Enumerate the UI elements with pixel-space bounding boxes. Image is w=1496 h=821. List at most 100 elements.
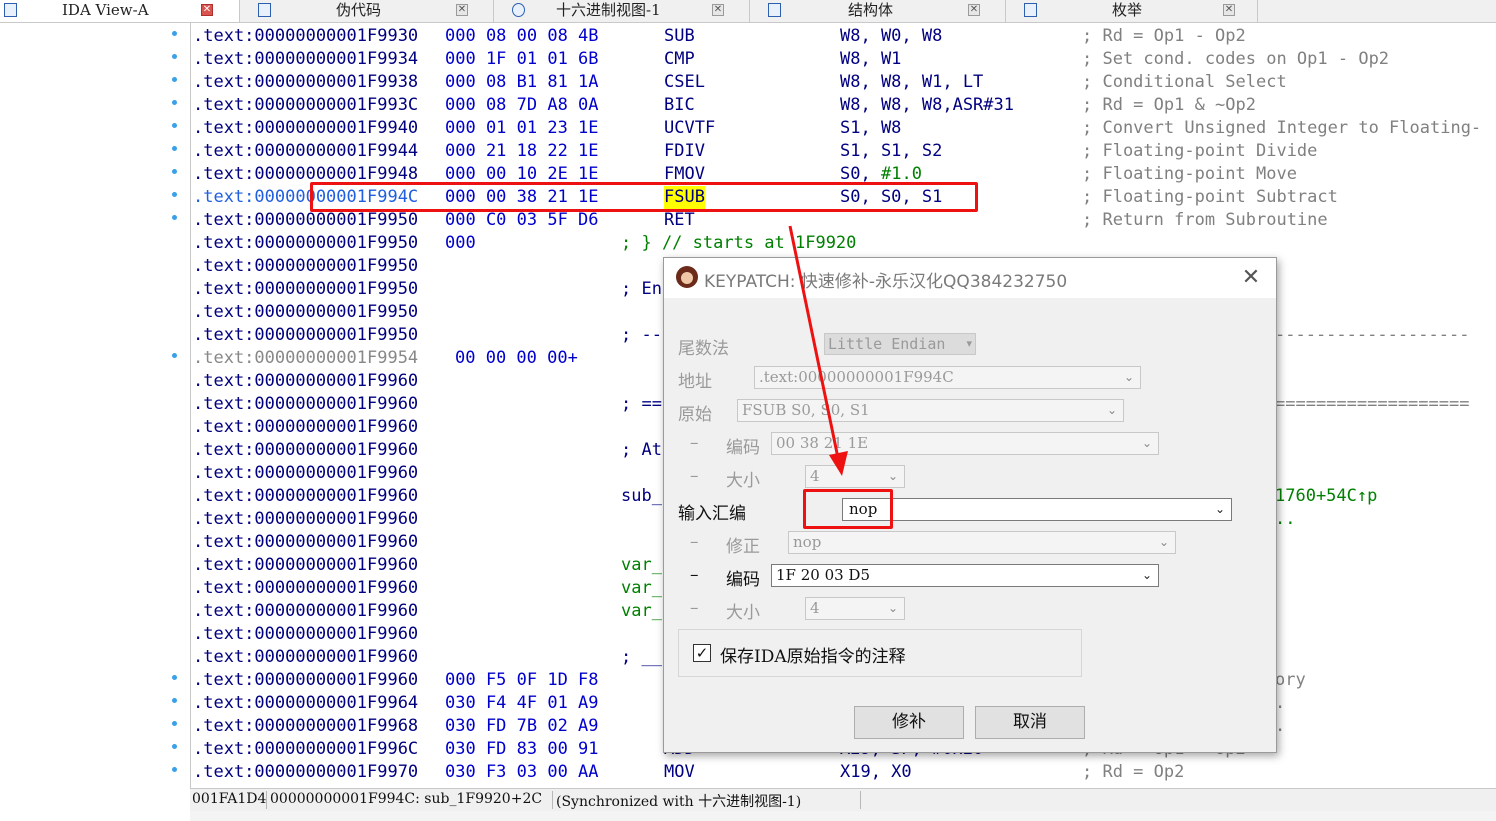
line-address: .text:00000000001F9938 [193, 72, 419, 92]
line-comment: ; Rd = Op1 - Op2 [1082, 26, 1246, 46]
line-address: .text:00000000001F9960 [193, 463, 419, 483]
line-text: ; -- [621, 325, 662, 345]
chevron-down-icon[interactable]: ⌄ [1140, 565, 1154, 586]
line-text: ; == [621, 394, 662, 414]
keep-comment-checkbox[interactable]: ✓ [693, 644, 711, 662]
close-icon[interactable]: ✕ [712, 4, 724, 16]
line-text: ; } // starts at 1F9920 [621, 233, 857, 253]
tab-ida-view-a[interactable]: IDA View-A ✕ [0, 0, 240, 22]
tab-hex-view[interactable]: 十六进制视图-1 ✕ [494, 0, 750, 22]
dash: – [690, 598, 699, 618]
endian-select: Little Endian ▾ [824, 333, 976, 355]
line-operands: X19, X0 [840, 762, 912, 782]
line-operands: W8, W8, W8,ASR#31 [840, 95, 1014, 115]
line-bytes: 000 1F 01 01 6B [445, 49, 599, 69]
line-address: .text:00000000001F9960 [193, 670, 419, 690]
gutter-divider [190, 23, 191, 818]
line-dot [172, 744, 177, 749]
line-mnemonic: FDIV [664, 141, 705, 161]
original-field: FSUB S0, S0, S1 ⌄ [737, 399, 1124, 422]
line-bytes: 030 F4 4F 01 A9 [445, 693, 599, 713]
line-dot [172, 192, 177, 197]
avatar-icon [676, 266, 698, 288]
line-address: .text:00000000001F9950 [193, 302, 419, 322]
line-comment: ; Set cond. codes on Op1 - Op2 [1082, 49, 1390, 69]
address-value: .text:00000000001F994C [759, 368, 954, 386]
line-dot [172, 675, 177, 680]
close-icon[interactable]: ✕ [968, 4, 980, 16]
close-icon[interactable]: ✕ [456, 4, 468, 16]
new-size-label: 大小 [726, 603, 760, 623]
tab-label: 十六进制视图-1 [556, 1, 661, 19]
close-icon[interactable]: ✕ [201, 4, 213, 16]
new-encoding-label: 编码 [726, 570, 760, 590]
annotation-box-nop [803, 489, 893, 529]
line-mnemonic: MOV [664, 762, 695, 782]
line-address: .text:00000000001F9950 [193, 279, 419, 299]
tab-label: 伪代码 [336, 1, 382, 19]
line-bytes: 000 F5 0F 1D F8 [445, 670, 599, 690]
line-bytes: 000 C0 03 5F D6 [445, 210, 599, 230]
disassembly-icon [4, 3, 17, 17]
hex-view-icon [512, 3, 525, 17]
horizontal-scrollbar[interactable] [190, 811, 1496, 821]
new-encoding-field[interactable]: 1F 20 03 D5 ⌄ [771, 564, 1159, 587]
line-mnemonic: CSEL [664, 72, 705, 92]
keypatch-dialog: KEYPATCH: 快速修补-永乐汉化QQ384232750 ✕ 尾数法 Lit… [663, 257, 1277, 753]
status-bar: 001FA1D4 00000000001F994C: sub_1F9920+2C… [190, 788, 1496, 811]
tab-structures[interactable]: 结构体 ✕ [750, 0, 1006, 22]
line-comment: ; Return from Subroutine [1082, 210, 1328, 230]
tab-label: 枚举 [1112, 1, 1143, 19]
line-dot [172, 169, 177, 174]
dialog-titlebar[interactable]: KEYPATCH: 快速修补-永乐汉化QQ384232750 ✕ [664, 258, 1276, 298]
close-icon[interactable]: ✕ [1236, 264, 1266, 292]
tab-enums[interactable]: 枚举 ✕ [1006, 0, 1258, 22]
line-bytes: 000 21 18 22 1E [445, 141, 599, 161]
chevron-down-icon[interactable]: ⌄ [1213, 499, 1227, 520]
line-text: ; At [621, 440, 662, 460]
line-bytes: 030 FD 83 00 91 [445, 739, 599, 759]
line-operands: W8, W8, W1, LT [840, 72, 984, 92]
tab-bar: IDA View-A ✕ 伪代码 ✕ 十六进制视图-1 ✕ 结构体 ✕ 枚举 ✕ [0, 0, 1496, 23]
address-field: .text:00000000001F994C ⌄ [754, 366, 1141, 389]
line-address: .text:00000000001F9960 [193, 555, 419, 575]
fixup-label: 修正 [726, 537, 760, 557]
close-icon[interactable]: ✕ [1223, 4, 1235, 16]
line-address: .text:00000000001F9964 [193, 693, 419, 713]
line-comment: ; Conditional Select [1082, 72, 1287, 92]
new-size-field: 4 ⌄ [805, 597, 905, 620]
line-mnemonic: CMP [664, 49, 695, 69]
original-label: 原始 [678, 405, 712, 425]
tab-pseudocode[interactable]: 伪代码 ✕ [240, 0, 494, 22]
dash: – [690, 565, 699, 585]
fixup-field: nop ⌄ [788, 531, 1176, 554]
line-address: .text:00000000001F9960 [193, 371, 419, 391]
line-address: .text:00000000001F9960 [193, 532, 419, 552]
status-offset: 001FA1D4 [192, 791, 267, 807]
chevron-down-icon: ⌄ [1158, 535, 1170, 549]
cancel-button[interactable]: 取消 [975, 706, 1085, 739]
endian-value: Little Endian [828, 335, 946, 353]
dash: – [690, 433, 699, 453]
line-address: .text:00000000001F9960 [193, 624, 419, 644]
line-mnemonic: UCVTF [664, 118, 716, 138]
line-comment: ; Rd = Op2 [1082, 762, 1185, 782]
line-dot [172, 146, 177, 151]
line-address: .text:00000000001F9950 [193, 210, 419, 230]
input-asm-label: 输入汇编 [678, 504, 746, 524]
keep-comment-group: ✓ 保存IDA原始指令的注释 [678, 629, 1082, 677]
dash: – [690, 466, 699, 486]
line-address: .text:00000000001F9968 [193, 716, 419, 736]
keep-comment-label[interactable]: 保存IDA原始指令的注释 [720, 642, 906, 667]
patch-button[interactable]: 修补 [854, 706, 964, 739]
status-sync: (Synchronized with 十六进制视图-1) [556, 794, 802, 810]
assembly-input[interactable]: nop ⌄ [842, 498, 1232, 521]
pseudocode-icon [258, 3, 271, 17]
line-dot [172, 31, 177, 36]
line-address: .text:00000000001F9944 [193, 141, 419, 161]
line-comment: ; Floating-point Move [1082, 164, 1297, 184]
orig-size-value: 4 [810, 467, 820, 485]
line-address: .text:00000000001F9934 [193, 49, 419, 69]
line-text-right: ------------------- [1275, 325, 1470, 345]
line-comment: ; Convert Unsigned Integer to Floating- [1082, 118, 1482, 138]
